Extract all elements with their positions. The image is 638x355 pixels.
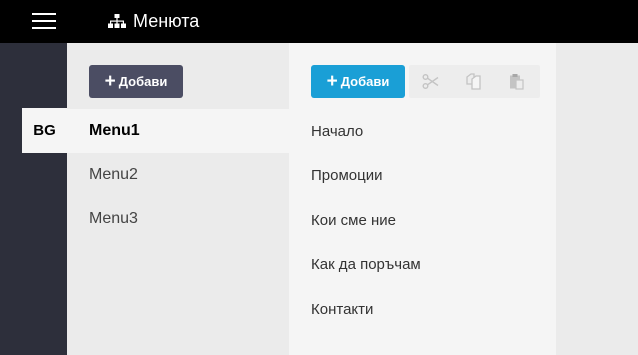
hamburger-icon[interactable] [32, 12, 56, 30]
plus-icon: + [326, 71, 338, 92]
add-page-label: Добави [340, 74, 390, 89]
page-title: Менюта [133, 10, 200, 31]
language-item-bg[interactable]: BG [22, 108, 67, 153]
page-item-koi-sme-nie[interactable]: Кои сме ние [311, 205, 396, 235]
copy-icon [466, 73, 481, 90]
cut-button[interactable] [409, 65, 452, 98]
plus-icon: + [104, 71, 116, 92]
top-bar: Менюта [0, 0, 638, 43]
content-area [556, 43, 638, 355]
add-menu-label: Добави [118, 74, 168, 89]
clipboard-toolbar [409, 65, 540, 98]
page-item-promotsii[interactable]: Промоции [311, 160, 382, 190]
paste-button[interactable] [495, 65, 538, 98]
add-page-button[interactable]: + Добави [311, 65, 405, 98]
language-sidebar: BG [0, 43, 67, 355]
sitemap-icon [108, 14, 126, 28]
menus-panel: + Добави Menu1 Menu2 Menu3 [67, 43, 289, 355]
page-item-kontakti[interactable]: Контакти [311, 294, 373, 324]
copy-button[interactable] [452, 65, 495, 98]
add-menu-button[interactable]: + Добави [89, 65, 183, 98]
paste-icon [510, 74, 524, 90]
page-item-kak-da-porucham[interactable]: Как да поръчам [311, 249, 421, 279]
scissors-icon [422, 74, 439, 89]
menu-item-menu3[interactable]: Menu3 [67, 197, 289, 241]
menu-item-menu1[interactable]: Menu1 [67, 109, 289, 153]
menu-item-menu2[interactable]: Menu2 [67, 153, 289, 197]
pages-panel: + Добави Начало Промоции Кои сме ние Как… [289, 43, 556, 355]
app-title-group: Менюта [108, 10, 199, 32]
page-item-nachalo[interactable]: Начало [311, 116, 363, 146]
